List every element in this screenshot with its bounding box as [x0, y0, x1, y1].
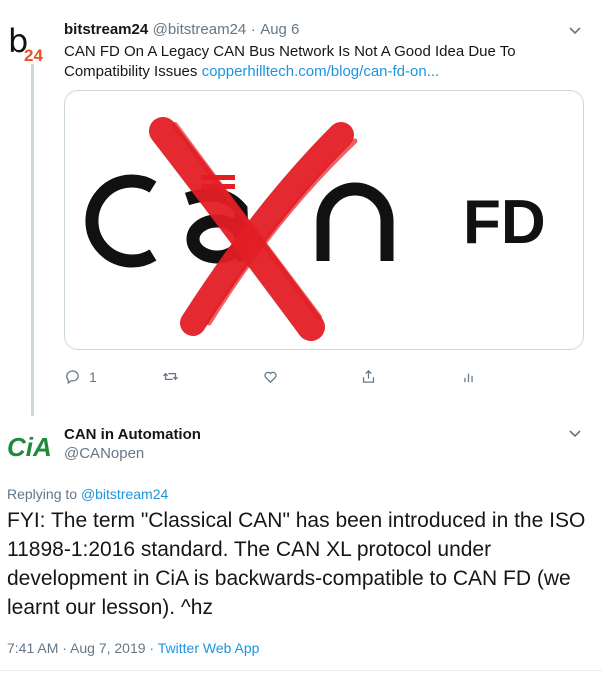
separator-dot: · [250, 21, 256, 38]
replying-prefix: Replying to [7, 486, 78, 502]
like-button[interactable] [262, 368, 279, 385]
tweet-text: CAN FD On A Legacy CAN Bus Network Is No… [64, 42, 564, 82]
reply-icon [66, 370, 79, 385]
reply-button[interactable]: 1 [64, 368, 97, 385]
replying-handle-link[interactable]: @bitstream24 [81, 486, 168, 502]
cia-logo: CiA [7, 432, 52, 462]
tweet-source[interactable]: Twitter Web App [158, 640, 260, 656]
avatar-text: CiA [7, 432, 52, 460]
tweet-header: bitstream24 @bitstream24 · Aug 6 [64, 21, 299, 39]
tweet-timestamp[interactable]: 7:41 AM · Aug 7, 2019 · [7, 640, 154, 656]
author-name[interactable]: bitstream24 [64, 21, 148, 38]
tweet-meta: 7:41 AM · Aug 7, 2019 · Twitter Web App [7, 640, 259, 656]
chevron-down-icon[interactable] [569, 430, 581, 438]
analytics-button[interactable] [460, 368, 477, 385]
chevron-down-icon[interactable] [569, 27, 581, 35]
divider [0, 670, 602, 671]
avatar-cia[interactable]: CiA [6, 430, 60, 462]
thread-connector-line [31, 64, 34, 416]
retweet-button[interactable] [162, 368, 179, 385]
link-card-image[interactable]: FD [64, 90, 584, 350]
author-name[interactable]: CAN in Automation [64, 426, 201, 443]
replying-to: Replying to @bitstream24 [7, 486, 168, 502]
author-handle[interactable]: @CANopen [64, 445, 144, 462]
retweet-icon [162, 372, 179, 381]
avatar-bitstream24[interactable]: b 24 [8, 24, 54, 70]
tweet-actions: 1 [0, 368, 602, 388]
tweet-body: FYI: The term "Classical CAN" has been i… [7, 509, 586, 619]
reply-count: 1 [89, 368, 97, 385]
author-handle[interactable]: @bitstream24 [153, 21, 247, 38]
logo-suffix-text: FD [463, 188, 546, 257]
share-button[interactable] [360, 368, 377, 385]
like-icon [264, 371, 277, 384]
tweet-link[interactable]: copperhilltech.com/blog/can-fd-on... [202, 63, 440, 80]
can-fd-logo-image: FD [85, 117, 546, 341]
tweet-date[interactable]: Aug 6 [260, 21, 299, 38]
avatar-number: 24 [24, 46, 43, 65]
share-icon [362, 369, 375, 383]
analytics-icon [464, 373, 473, 383]
